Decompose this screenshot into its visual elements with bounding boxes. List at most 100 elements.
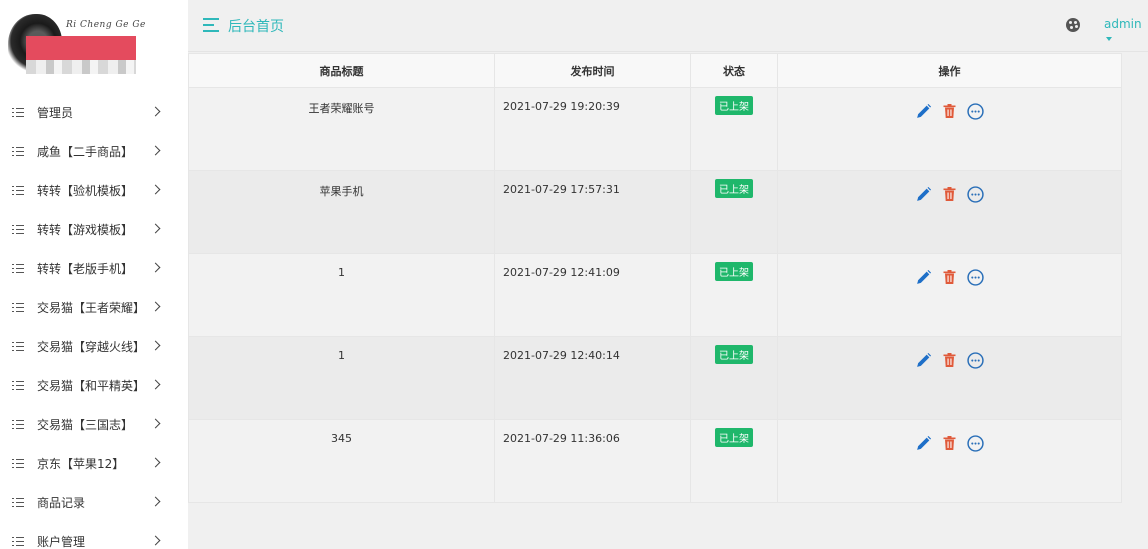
sidebar-item-jiaoyimao-cf[interactable]: 交易猫【穿越火线】 (0, 327, 188, 366)
more-button[interactable] (967, 102, 985, 120)
chevron-right-icon (150, 223, 161, 234)
column-header-status: 状态 (690, 53, 778, 88)
top-header: 后台首页 admin (188, 0, 1148, 52)
cell-title: 苹果手机 (188, 170, 495, 254)
list-icon (12, 458, 24, 469)
chevron-right-icon (150, 379, 161, 390)
pencil-icon (917, 352, 932, 367)
cell-time: 2021-07-29 12:40:14 (494, 336, 691, 420)
delete-button[interactable] (941, 351, 959, 369)
pencil-icon (917, 103, 932, 118)
chevron-right-icon (150, 301, 161, 312)
product-table: 商品标题 发布时间 状态 操作 王者荣耀账号 2021-07-29 19:20:… (188, 53, 1122, 503)
sidebar-item-label: 交易猫【穿越火线】 (37, 340, 146, 354)
list-icon (12, 224, 24, 235)
caret-down-icon (1106, 36, 1112, 41)
cell-actions (777, 336, 1122, 420)
chevron-right-icon (150, 457, 161, 468)
more-button[interactable] (967, 185, 985, 203)
chevron-right-icon (150, 340, 161, 351)
sidebar-item-zhuanzhuan-oldphone[interactable]: 转转【老版手机】 (0, 249, 188, 288)
sidebar-item-jiaoyimao-sgz[interactable]: 交易猫【三国志】 (0, 405, 188, 444)
sidebar-item-xianyu[interactable]: 咸鱼【二手商品】 (0, 132, 188, 171)
chevron-right-icon (150, 106, 161, 117)
table-row: 1 2021-07-29 12:40:14 已上架 (188, 336, 1122, 420)
pencil-icon (917, 435, 932, 450)
chevron-right-icon (150, 184, 161, 195)
palette-icon[interactable] (1066, 18, 1080, 32)
sidebar-item-label: 交易猫【和平精英】 (37, 379, 146, 393)
edit-button[interactable] (915, 434, 933, 452)
sidebar-menu: 管理员 咸鱼【二手商品】 转转【验机模板】 转转【游戏模板】 转转【老版手机】 … (0, 93, 188, 549)
cell-actions (777, 253, 1122, 337)
more-button[interactable] (967, 351, 985, 369)
sidebar-item-account-management[interactable]: 账户管理 (0, 522, 188, 549)
chevron-right-icon (150, 496, 161, 507)
sidebar-item-zhuanzhuan-game[interactable]: 转转【游戏模板】 (0, 210, 188, 249)
sidebar-item-label: 管理员 (37, 106, 74, 120)
column-header-title: 商品标题 (188, 53, 495, 88)
cell-time: 2021-07-29 11:36:06 (494, 419, 691, 503)
list-icon (12, 341, 24, 352)
sidebar-item-label: 交易猫【三国志】 (37, 418, 134, 432)
product-table-container: 商品标题 发布时间 状态 操作 王者荣耀账号 2021-07-29 19:20:… (188, 53, 1122, 503)
ellipsis-circle-icon (967, 102, 984, 120)
cell-status: 已上架 (690, 419, 778, 503)
sidebar-item-zhuanzhuan-inspection[interactable]: 转转【验机模板】 (0, 171, 188, 210)
pencil-icon (917, 269, 932, 284)
chevron-right-icon (150, 418, 161, 429)
cell-time: 2021-07-29 17:57:31 (494, 170, 691, 254)
hamburger-icon[interactable] (203, 18, 219, 32)
chevron-right-icon (150, 262, 161, 273)
edit-button[interactable] (915, 268, 933, 286)
delete-button[interactable] (941, 102, 959, 120)
logo-redacted-block (26, 36, 136, 60)
sidebar-item-product-records[interactable]: 商品记录 (0, 483, 188, 522)
cell-title: 1 (188, 336, 495, 420)
table-row: 王者荣耀账号 2021-07-29 19:20:39 已上架 (188, 87, 1122, 171)
page-title[interactable]: 后台首页 (228, 16, 284, 36)
delete-button[interactable] (941, 268, 959, 286)
user-name: admin (1104, 17, 1142, 31)
sidebar-item-label: 转转【老版手机】 (37, 262, 134, 276)
list-icon (12, 107, 24, 118)
status-badge: 已上架 (715, 96, 753, 115)
logo-redacted-strip (26, 60, 136, 74)
chevron-right-icon (150, 535, 161, 546)
ellipsis-circle-icon (967, 434, 984, 452)
sidebar-item-admin[interactable]: 管理员 (0, 93, 188, 132)
table-row: 苹果手机 2021-07-29 17:57:31 已上架 (188, 170, 1122, 254)
edit-button[interactable] (915, 351, 933, 369)
cell-actions (777, 87, 1122, 171)
ellipsis-circle-icon (967, 351, 984, 369)
status-badge: 已上架 (715, 262, 753, 281)
list-icon (12, 146, 24, 157)
sidebar-item-jiaoyimao-wzry[interactable]: 交易猫【王者荣耀】 (0, 288, 188, 327)
list-icon (12, 263, 24, 274)
sidebar-item-jd-iphone12[interactable]: 京东【苹果12】 (0, 444, 188, 483)
delete-button[interactable] (941, 434, 959, 452)
more-button[interactable] (967, 268, 985, 286)
delete-button[interactable] (941, 185, 959, 203)
edit-button[interactable] (915, 185, 933, 203)
cell-actions (777, 419, 1122, 503)
sidebar-item-label: 商品记录 (37, 496, 86, 510)
more-button[interactable] (967, 434, 985, 452)
edit-button[interactable] (915, 102, 933, 120)
trash-icon (943, 104, 956, 118)
list-icon (12, 419, 24, 430)
sidebar-item-label: 京东【苹果12】 (37, 457, 125, 471)
user-menu[interactable]: admin (1104, 17, 1148, 45)
table-row: 1 2021-07-29 12:41:09 已上架 (188, 253, 1122, 337)
ellipsis-circle-icon (967, 185, 984, 203)
trash-icon (943, 436, 956, 450)
logo-script-text: Ri Cheng Ge Ge (66, 20, 146, 30)
status-badge: 已上架 (715, 428, 753, 447)
cell-status: 已上架 (690, 170, 778, 254)
list-icon (12, 185, 24, 196)
sidebar-item-jiaoyimao-hpjy[interactable]: 交易猫【和平精英】 (0, 366, 188, 405)
cell-time: 2021-07-29 12:41:09 (494, 253, 691, 337)
cell-status: 已上架 (690, 253, 778, 337)
cell-status: 已上架 (690, 87, 778, 171)
sidebar-item-label: 转转【游戏模板】 (37, 223, 134, 237)
